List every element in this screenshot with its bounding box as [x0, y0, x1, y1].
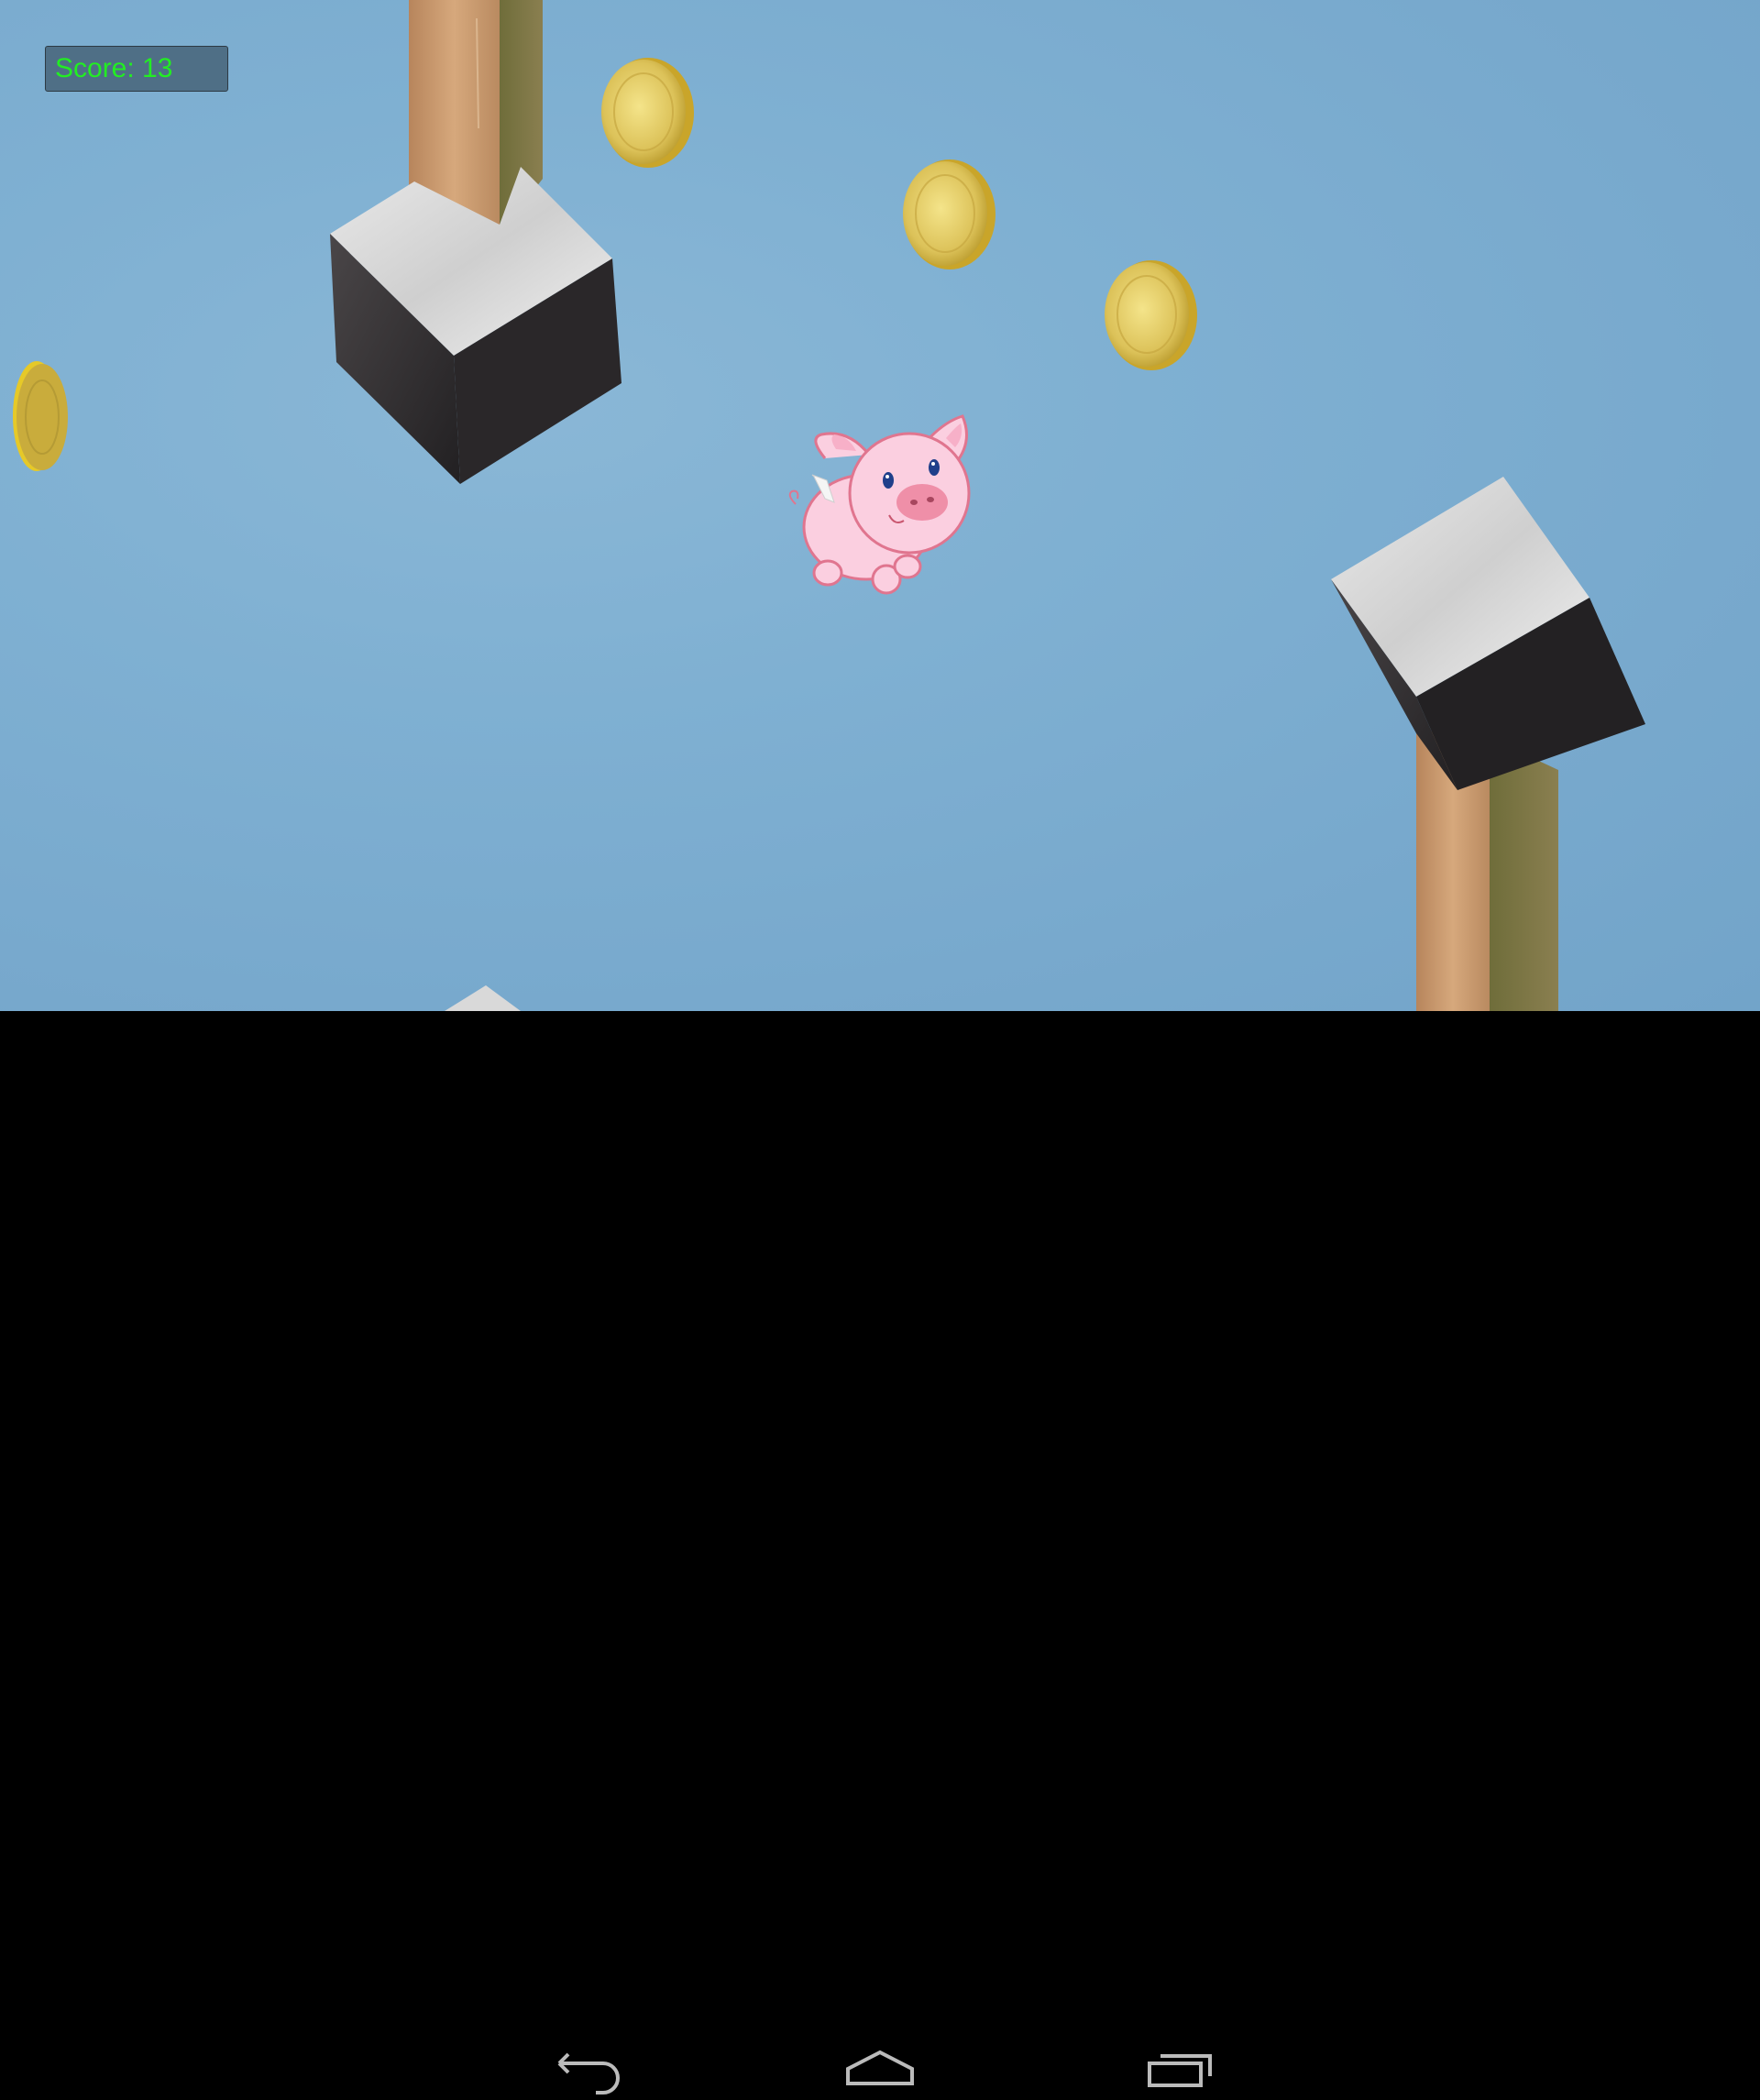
partial-cube [445, 985, 521, 1011]
bottom-obstacle [1331, 477, 1645, 1011]
game-canvas[interactable]: Score: 13 [0, 0, 1760, 1011]
home-icon[interactable] [830, 2036, 930, 2100]
coin [13, 361, 68, 471]
bottom-post-side [1490, 738, 1558, 1011]
game-scene [13, 0, 1645, 1011]
pig-player [788, 414, 971, 595]
coin [903, 159, 996, 269]
score-label: Score: 13 [55, 53, 173, 83]
navigation-bar [0, 1011, 1760, 2095]
recent-apps-icon[interactable] [1129, 2036, 1230, 2100]
top-obstacle [330, 0, 622, 484]
coin [601, 58, 694, 168]
back-icon[interactable] [541, 2036, 642, 2100]
score-display: Score: 13 [45, 46, 228, 92]
coin [1105, 260, 1197, 370]
